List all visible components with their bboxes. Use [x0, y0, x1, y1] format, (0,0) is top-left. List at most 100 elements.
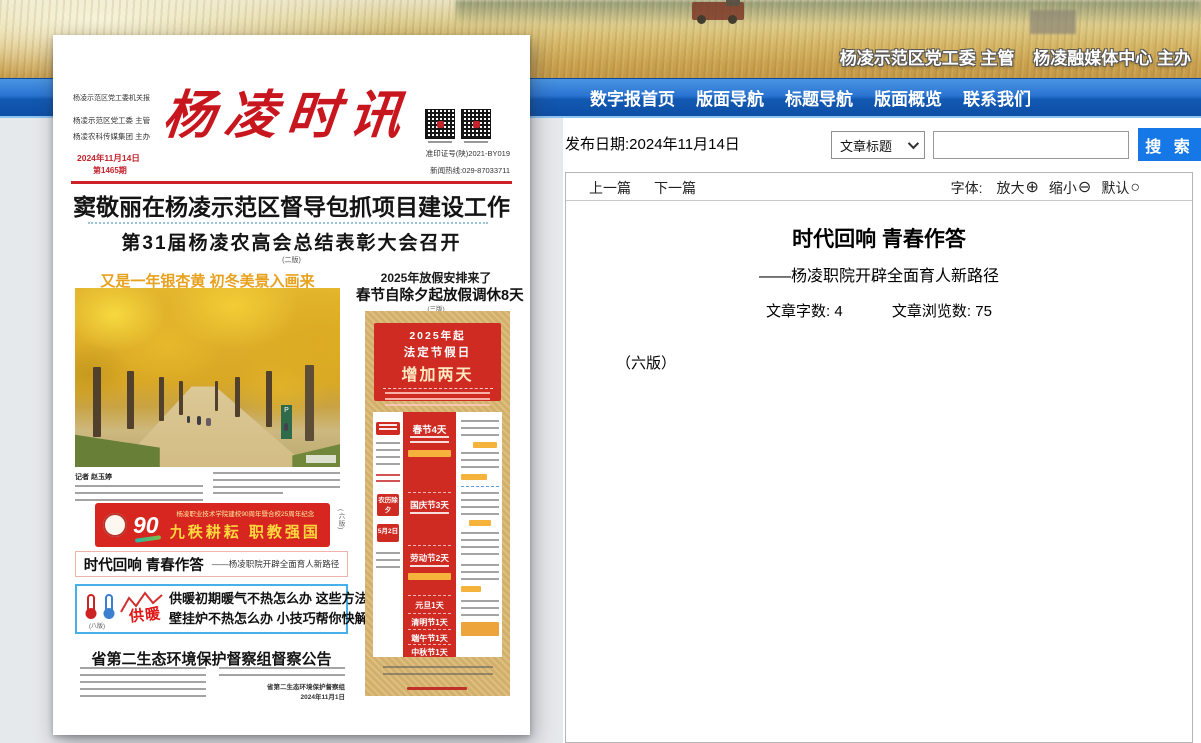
inspection-notice-headline: 省第二生态环境保护督察组督察公告 — [75, 648, 348, 669]
infographic-header-box: 2025年起 法定节假日 增加两天 — [374, 323, 501, 401]
farm-building-silhouette — [1030, 10, 1076, 34]
next-article-link[interactable]: 下一篇 — [654, 178, 696, 198]
holiday-item: 端午节1天 — [403, 633, 456, 644]
article-stats: 文章字数: 4 文章浏览数: 75 — [566, 300, 1192, 321]
view-count-stat: 文章浏览数: 75 — [892, 303, 992, 320]
news-hotline: 新闻热线:029-87033711 — [398, 165, 510, 176]
font-reset-label: 默认 — [1101, 178, 1129, 198]
heating-tag: 供暖 — [128, 602, 162, 626]
caption-reporter-lead: 记者 赵玉婷 — [75, 474, 112, 481]
nav-item-home[interactable]: 数字报首页 — [590, 85, 675, 110]
college-seal-icon — [103, 513, 127, 537]
font-zoom-in-button[interactable]: 放大 ⊕ — [997, 178, 1039, 198]
feature-subtitle: ——杨凌职院开辟全面育人新路径 — [212, 558, 340, 570]
tree-trunk — [215, 381, 218, 411]
may-2-badge: 5月2日 — [377, 524, 399, 542]
heating-page-ref: (八版) — [89, 621, 105, 630]
infographic-credit-line — [407, 687, 467, 690]
caption-column-1: 记者 赵玉婷 — [75, 472, 203, 505]
text-lines — [461, 600, 499, 618]
search-input[interactable] — [933, 131, 1129, 159]
font-size-controls: 字体: 放大 ⊕ 缩小 ⊖ 默认 ○ — [951, 178, 1140, 198]
text-lines — [385, 392, 490, 408]
feature-title: 时代回响 青春作答 — [84, 554, 204, 575]
highlight-chip — [473, 442, 497, 448]
word-count-stat: 文章字数: 4 — [766, 303, 847, 320]
dashed-divider — [383, 388, 493, 389]
qr-code-2 — [461, 109, 491, 139]
reader-toolbar: 上一篇 下一篇 字体: 放大 ⊕ 缩小 ⊖ 默认 ○ — [566, 173, 1192, 201]
nav-item-page-nav[interactable]: 版面导航 — [696, 85, 764, 110]
text-lines — [410, 565, 449, 570]
qr-caption-lines — [428, 141, 452, 145]
heating-graphic: 供暖 (八版) — [77, 586, 169, 632]
search-button[interactable]: 搜 索 — [1138, 128, 1201, 161]
thermometer-cold-icon — [105, 594, 113, 612]
tree-trunk — [266, 371, 272, 427]
text-lines — [219, 667, 345, 679]
anniversary-text: 杨凌职业技术学院建校90周年暨合校25周年纪念 九秩耕耘 职教强国 — [169, 508, 322, 542]
font-zoom-out-button[interactable]: 缩小 ⊖ — [1049, 178, 1091, 198]
publish-date-label: 发布日期:2024年11月14日 — [565, 133, 740, 154]
strip-separator — [408, 545, 451, 546]
banner-credit-text: 杨凌示范区党工委 主管 杨凌融媒体中心 主办 — [826, 44, 1191, 69]
holiday-infographic: 2025年起 法定节假日 增加两天 农历除夕 5月2日 春节4天 — [365, 311, 510, 696]
notice-sign-date: 2024年11月1日 — [219, 693, 345, 703]
anniversary-top-line: 杨凌职业技术学院建校90周年暨合校25周年纪念 — [169, 508, 322, 518]
inspection-notice-body: 省第二生态环境保护督察组 2024年11月1日 — [80, 667, 345, 704]
circled-minus-icon: ⊖ — [1078, 180, 1091, 196]
text-lines — [461, 532, 499, 558]
org-line-1: 杨凌示范区党工委机关报 — [73, 95, 150, 102]
dotted-separator — [88, 222, 488, 224]
font-reset-button[interactable]: 默认 ○ — [1101, 178, 1140, 198]
text-lines — [410, 436, 449, 445]
highlight-chip — [469, 520, 491, 526]
feature-headline-box: 时代回响 青春作答 ——杨凌职院开辟全面育人新路径 — [75, 551, 348, 577]
infographic-head-1: 2025年起 — [374, 328, 501, 343]
newspaper-front-page-preview[interactable]: 杨凌示范区党工委机关报 杨凌示范区党工委 主管 杨凌农科传媒集团 主办 2024… — [53, 35, 530, 735]
nav-items: 数字报首页 版面导航 标题导航 版面概览 联系我们 — [590, 79, 1031, 116]
caption-column-2 — [213, 472, 341, 505]
anniversary-slogan: 九秩耕耘 职教强国 — [169, 521, 322, 542]
font-zoom-in-label: 放大 — [997, 178, 1025, 198]
text-lines — [461, 492, 499, 518]
holiday-item: 春节4天 — [403, 422, 456, 436]
tree-trunk — [235, 377, 240, 417]
org-line-2: 杨凌示范区党工委 主管 — [73, 117, 150, 125]
tree-trunk — [179, 381, 183, 415]
holiday-item: 中秋节1天 — [403, 647, 456, 658]
org-line-3: 杨凌农科传媒集团 主办 — [73, 133, 150, 141]
nav-item-page-overview[interactable]: 版面概览 — [874, 85, 942, 110]
text-lines — [379, 424, 397, 432]
photo-credit-chip — [306, 455, 336, 463]
view-count-label: 文章浏览数: — [892, 303, 971, 320]
text-lines — [461, 564, 499, 584]
anniversary-page-ref: (六版) — [335, 509, 345, 530]
word-count-label: 文章字数: — [766, 303, 830, 320]
article-subtitle: ——杨凌职院开辟全面育人新路径 — [566, 262, 1192, 286]
highlight-chip — [461, 474, 487, 480]
print-license-number: 准印证号(陕)2021-BY019 — [398, 148, 510, 159]
masthead-org-lines: 杨凌示范区党工委机关报 杨凌示范区党工委 主管 杨凌农科传媒集团 主办 — [73, 95, 150, 148]
search-category-select[interactable]: 文章标题 — [831, 131, 925, 159]
text-lines — [213, 472, 341, 492]
prev-article-link[interactable]: 上一篇 — [589, 178, 631, 198]
text-lines — [383, 666, 493, 680]
qr-caption-lines — [464, 141, 488, 145]
holiday-news-subtitle: 春节自除夕起放假调休8天 — [356, 284, 516, 305]
search-category-value: 文章标题 — [840, 136, 892, 155]
article-page-note: （六版） — [616, 352, 1192, 373]
masthead-divider-rule — [71, 181, 512, 184]
strip-separator — [408, 492, 451, 493]
supervisor-credit: 杨凌示范区党工委 主管 — [840, 49, 1015, 68]
nav-item-headline-nav[interactable]: 标题导航 — [785, 85, 853, 110]
article-reader-panel: 上一篇 下一篇 字体: 放大 ⊕ 缩小 ⊖ 默认 ○ 时代回响 青春作答 — [565, 172, 1193, 743]
anniversary-number: 90 — [133, 512, 163, 539]
tree-trunk — [305, 365, 314, 441]
nav-item-contact[interactable]: 联系我们 — [963, 85, 1031, 110]
text-lines — [376, 474, 400, 486]
text-lines — [461, 452, 499, 472]
font-zoom-out-label: 缩小 — [1049, 178, 1077, 198]
circle-icon: ○ — [1130, 180, 1140, 196]
tree-trunk — [93, 367, 101, 437]
